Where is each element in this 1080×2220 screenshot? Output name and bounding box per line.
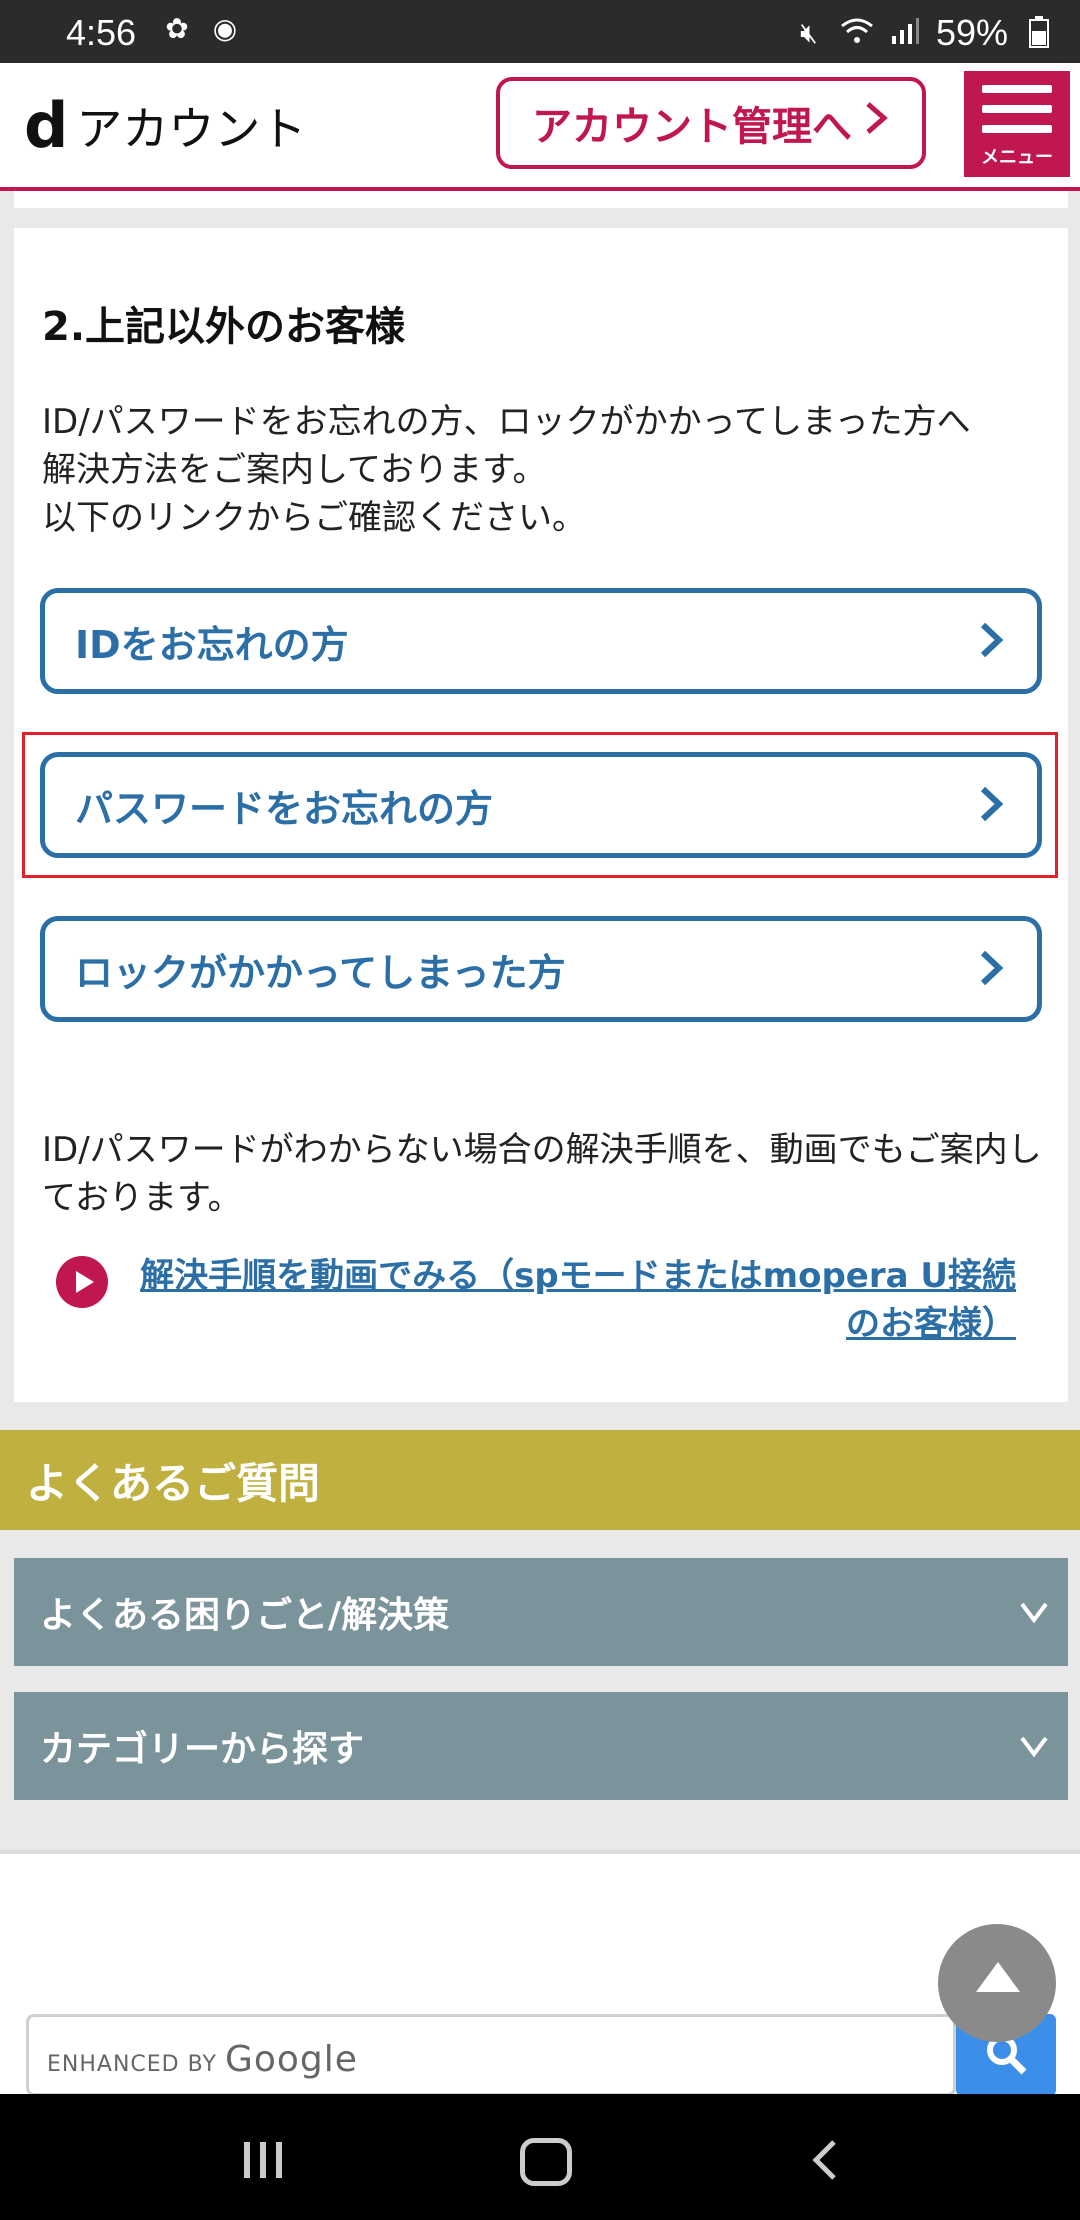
help-section-card: 2.上記以外のお客様 ID/パスワードをお忘れの方、ロックがかかってしまった方へ… xyxy=(14,228,1068,1402)
chevron-right-icon xyxy=(980,786,1004,822)
video-description: ID/パスワードがわからない場合の解決手順を、動画でもご案内しております。 xyxy=(42,1130,1042,1218)
wifi-icon xyxy=(840,16,874,50)
section-title: 2.上記以外のお客様 xyxy=(42,304,406,350)
hamburger-icon xyxy=(982,85,1052,145)
site-header: d アカウント アカウント管理へ メニュー xyxy=(0,63,1080,191)
recent-apps-icon[interactable] xyxy=(244,2142,292,2182)
logo-text: アカウント xyxy=(76,102,307,156)
mute-icon: 🔇︎ xyxy=(800,17,818,48)
menu-label: メニュー xyxy=(981,147,1053,168)
faq-item-label: よくある困りごと/解決策 xyxy=(40,1595,450,1636)
account-locked-button[interactable]: ロックがかかってしまった方 xyxy=(40,916,1042,1022)
android-nav-bar xyxy=(0,2094,1080,2220)
logo-mark: d xyxy=(24,89,69,162)
chevron-right-icon xyxy=(862,100,890,146)
video-link-text[interactable]: 解決手順を動画でみる（spモードまたはmopera U接続 のお客様） xyxy=(136,1252,1016,1348)
account-locked-label: ロックがかかってしまった方 xyxy=(75,950,566,995)
search-hint: ENHANCED BY Google xyxy=(47,2039,358,2080)
chevron-right-icon xyxy=(980,622,1004,658)
d-account-logo[interactable]: d アカウント xyxy=(24,93,306,159)
faq-item-label: カテゴリーから探す xyxy=(40,1729,365,1770)
menu-button[interactable]: メニュー xyxy=(964,71,1070,177)
chevron-down-icon xyxy=(1020,1602,1048,1624)
line-app-icon: ◉ xyxy=(212,13,238,44)
faq-item-categories[interactable]: カテゴリーから探す xyxy=(14,1692,1068,1800)
account-management-label: アカウント管理へ xyxy=(532,104,852,150)
google-text: Google xyxy=(224,2039,358,2080)
faq-item-common-problems[interactable]: よくある困りごと/解決策 xyxy=(14,1558,1068,1666)
account-management-button[interactable]: アカウント管理へ xyxy=(496,77,926,169)
forgot-id-button[interactable]: IDをお忘れの方 xyxy=(40,588,1042,694)
video-link-line: のお客様） xyxy=(846,1304,1016,1344)
card-top-strip xyxy=(14,191,1068,208)
chevron-right-icon xyxy=(980,950,1004,986)
status-time: 4:56 xyxy=(66,12,137,53)
scroll-to-top-button[interactable] xyxy=(938,1924,1056,2042)
search-input[interactable]: ENHANCED BY Google xyxy=(26,2014,956,2096)
faq-heading: よくあるご質問 xyxy=(0,1430,1080,1530)
home-icon[interactable] xyxy=(520,2138,572,2186)
video-link-line: 解決手順を動画でみる（spモードまたはmopera U接続 xyxy=(140,1256,1016,1296)
desc-line: ID/パスワードをお忘れの方、ロックがかかってしまった方へ xyxy=(42,402,971,442)
forgot-password-label: パスワードをお忘れの方 xyxy=(75,786,494,831)
chevron-down-icon xyxy=(1020,1736,1048,1758)
back-icon[interactable] xyxy=(810,2138,840,2182)
forgot-id-label: IDをお忘れの方 xyxy=(75,622,349,667)
pinwheel-icon: ✿ xyxy=(165,13,189,44)
status-bar: 4:56 ✿ ◉ 🔇︎ 59% xyxy=(0,0,1080,63)
enhanced-by-text: ENHANCED BY xyxy=(47,2052,217,2077)
section-description: ID/パスワードをお忘れの方、ロックがかかってしまった方へ 解決方法をご案内して… xyxy=(42,398,1062,542)
signal-icon xyxy=(888,16,922,50)
desc-line: 解決方法をご案内しております。 xyxy=(42,450,547,490)
battery-icon xyxy=(1022,16,1056,50)
play-icon xyxy=(56,1256,108,1308)
battery-percent: 59% xyxy=(935,12,1008,53)
desc-line: 以下のリンクからご確認ください。 xyxy=(42,498,586,538)
forgot-password-button[interactable]: パスワードをお忘れの方 xyxy=(40,752,1042,858)
